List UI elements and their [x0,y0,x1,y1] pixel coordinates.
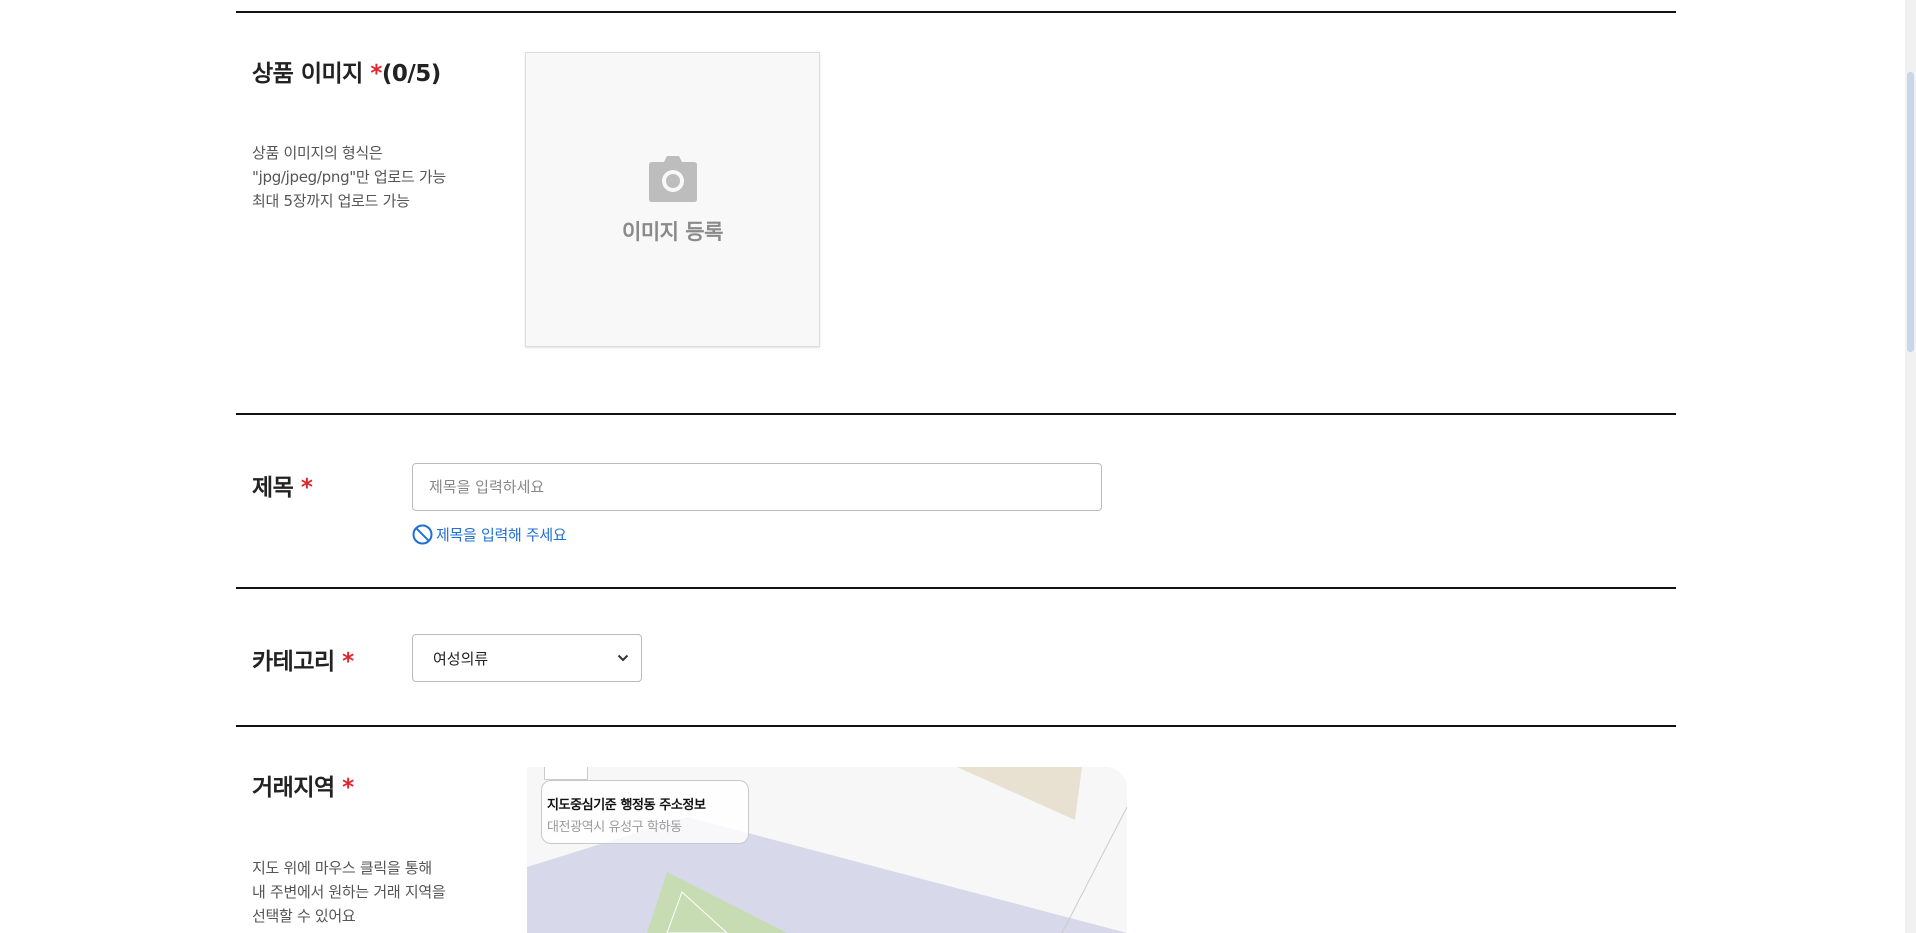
divider-category-region [236,725,1676,727]
camera-icon [648,155,697,202]
category-selected-value: 여성의류 [433,649,489,668]
image-section-description: 상품 이미지의 형식은 "jpg/jpeg/png"만 업로드 가능 최대 5장… [252,141,446,213]
image-section-label: 상품 이미지 *(0/5) [252,54,441,88]
region-desc-line: 내 주변에서 원하는 거래 지역을 [252,883,446,901]
region-desc-line: 선택할 수 있어요 [252,907,356,925]
image-upload-button[interactable]: 이미지 등록 [525,52,820,347]
title-warning-text: 제목을 입력해 주세요 [436,526,567,544]
image-count: (0/5) [381,61,441,87]
title-section-label: 제목 * [252,468,313,502]
divider-top [236,11,1676,13]
region-desc-line: 지도 위에 마우스 클릭을 통해 [252,859,432,877]
category-label-text: 카테고리 [252,649,335,675]
image-upload-label: 이미지 등록 [622,219,723,244]
divider-image-title [236,413,1676,415]
image-desc-line: 상품 이미지의 형식은 [252,144,383,162]
no-entry-icon [412,524,433,545]
region-section-description: 지도 위에 마우스 클릭을 통해 내 주변에서 원하는 거래 지역을 선택할 수… [252,856,446,928]
map-info-title: 지도중심기준 행정동 주소정보 [547,798,706,813]
title-label-text: 제목 [252,475,294,501]
region-map[interactable]: 지도중심기준 행정동 주소정보 대전광역시 유성구 학하동 [527,767,1127,933]
image-desc-line: 최대 5장까지 업로드 가능 [252,192,410,210]
title-input[interactable] [412,463,1102,511]
required-mark: * [300,475,313,501]
region-section-label: 거래지역 * [252,768,354,802]
scrollbar-thumb[interactable] [1907,72,1914,352]
required-mark: * [370,61,382,87]
divider-title-category [236,587,1676,589]
map-address-info: 지도중심기준 행정동 주소정보 대전광역시 유성구 학하동 [541,780,749,844]
map-info-address: 대전광역시 유성구 학하동 [547,820,682,835]
region-label-text: 거래지역 [252,775,335,801]
category-section-label: 카테고리 * [252,642,354,676]
required-mark: * [342,775,354,801]
title-warning: 제목을 입력해 주세요 [412,524,567,545]
chevron-down-icon [617,654,629,662]
map-scale-bar [544,767,588,780]
required-mark: * [342,649,354,675]
image-desc-line: "jpg/jpeg/png"만 업로드 가능 [252,168,446,186]
image-label-text: 상품 이미지 [252,61,363,87]
category-select[interactable]: 여성의류 [412,634,642,682]
